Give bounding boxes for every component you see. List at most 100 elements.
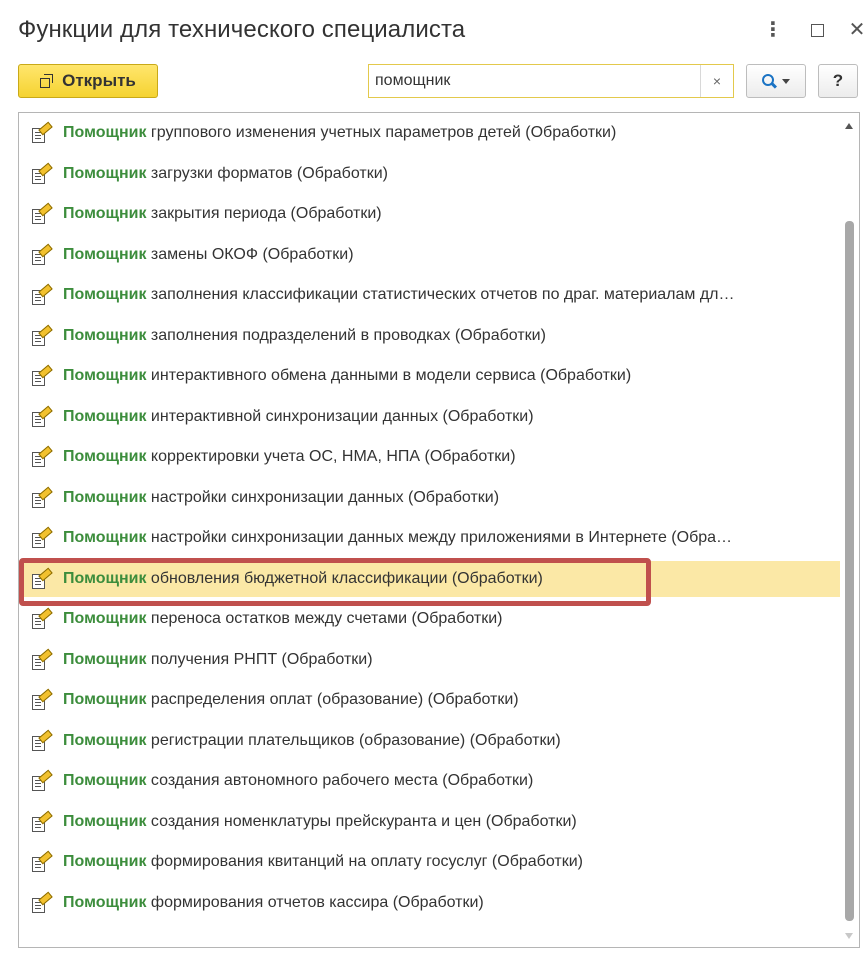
- processing-pencil-icon: [31, 121, 53, 143]
- list-item-label: корректировки учета ОС, НМА, НПА (Обрабо…: [150, 448, 516, 465]
- search-match-highlight: Помощник: [63, 529, 147, 546]
- search-field: ×: [368, 64, 734, 98]
- search-match-highlight: Помощник: [63, 812, 147, 830]
- open-button[interactable]: Открыть: [18, 64, 158, 98]
- results-list-panel: Помощник группового изменения учетных па…: [18, 112, 860, 948]
- list-item[interactable]: Помощник формирования отчетов кассира (О…: [19, 885, 840, 921]
- search-match-highlight: Помощник: [63, 731, 147, 749]
- chevron-down-icon: [782, 78, 790, 84]
- list-item[interactable]: Помощник группового изменения учетных па…: [19, 115, 840, 151]
- list-item[interactable]: Помощник получения РНПТ (Обработки): [19, 642, 840, 678]
- list-item-label: создания автономного рабочего места (Обр…: [150, 772, 534, 789]
- list-item-text: Помощник формирования отчетов кассира (О…: [63, 894, 484, 912]
- list-item[interactable]: Помощник настройки синхронизации данных …: [19, 520, 840, 556]
- list-item[interactable]: Помощник закрытия периода (Обработки): [19, 196, 840, 232]
- vertical-scrollbar[interactable]: [840, 113, 859, 947]
- list-item-label: регистрации плательщиков (образование) (…: [150, 731, 561, 749]
- open-window-icon: [40, 74, 54, 88]
- list-item-label: настройки синхронизации данных между при…: [150, 529, 733, 546]
- search-icon: [762, 74, 776, 88]
- results-list: Помощник группового изменения учетных па…: [19, 113, 840, 947]
- search-match-highlight: Помощник: [63, 569, 147, 587]
- scrollbar-thumb[interactable]: [845, 221, 854, 921]
- list-item[interactable]: Помощник загрузки форматов (Обработки): [19, 156, 840, 192]
- search-match-highlight: Помощник: [63, 164, 147, 182]
- list-item[interactable]: Помощник корректировки учета ОС, НМА, НП…: [19, 439, 840, 475]
- more-menu-icon[interactable]: ⋮: [762, 18, 784, 42]
- list-item-label: получения РНПТ (Обработки): [150, 650, 373, 668]
- close-icon[interactable]: ✕: [846, 18, 864, 42]
- processing-pencil-icon: [31, 283, 53, 305]
- processing-pencil-icon: [31, 445, 53, 467]
- list-item-text: Помощник интерактивной синхронизации дан…: [63, 408, 534, 426]
- processing-pencil-icon: [31, 324, 53, 346]
- list-item-label: формирования отчетов кассира (Обработки): [150, 893, 484, 911]
- search-button[interactable]: [746, 64, 806, 98]
- help-button[interactable]: ?: [818, 64, 858, 98]
- list-item-label: создания номенклатуры прейскуранта и цен…: [150, 812, 577, 830]
- scroll-up-arrow-icon[interactable]: [845, 123, 853, 129]
- processing-pencil-icon: [31, 162, 53, 184]
- list-item[interactable]: Помощник замены ОКОФ (Обработки): [19, 237, 840, 273]
- processing-pencil-icon: [31, 607, 53, 629]
- maximize-icon[interactable]: [806, 18, 828, 42]
- list-item-label: обновления бюджетной классификации (Обра…: [150, 569, 543, 587]
- list-item[interactable]: Помощник регистрации плательщиков (образ…: [19, 723, 840, 759]
- processing-pencil-icon: [31, 364, 53, 386]
- list-item[interactable]: Помощник формирования квитанций на оплат…: [19, 844, 840, 880]
- search-match-highlight: Помощник: [63, 772, 147, 789]
- title-bar: Функции для технического специалиста ⋮ ✕: [0, 0, 864, 58]
- processing-pencil-icon: [31, 243, 53, 265]
- list-item-text: Помощник распределения оплат (образовани…: [63, 691, 519, 709]
- list-item[interactable]: Помощник заполнения классификации статис…: [19, 277, 840, 313]
- list-item[interactable]: Помощник интерактивного обмена данными в…: [19, 358, 840, 394]
- processing-pencil-icon: [31, 688, 53, 710]
- scroll-down-arrow-icon[interactable]: [845, 933, 853, 939]
- list-item-text: Помощник интерактивного обмена данными в…: [63, 367, 631, 385]
- list-item-label: интерактивной синхронизации данных (Обра…: [150, 407, 534, 425]
- open-button-label: Открыть: [62, 71, 136, 90]
- list-item-text: Помощник получения РНПТ (Обработки): [63, 651, 373, 669]
- list-item[interactable]: Помощник интерактивной синхронизации дан…: [19, 399, 840, 435]
- processing-pencil-icon: [31, 850, 53, 872]
- list-item-text: Помощник формирования квитанций на оплат…: [63, 853, 583, 871]
- list-item-text: Помощник создания номенклатуры прейскура…: [63, 813, 577, 831]
- search-match-highlight: Помощник: [63, 488, 147, 506]
- search-match-highlight: Помощник: [63, 205, 147, 222]
- search-match-highlight: Помощник: [63, 448, 147, 465]
- list-item-text: Помощник закрытия периода (Обработки): [63, 205, 382, 223]
- search-match-highlight: Помощник: [63, 286, 147, 303]
- list-item-label: загрузки форматов (Обработки): [150, 164, 388, 182]
- processing-pencil-icon: [31, 891, 53, 913]
- toolbar: Открыть × ?: [0, 58, 864, 108]
- list-item[interactable]: Помощник настройки синхронизации данных …: [19, 480, 840, 516]
- list-item-label: заполнения подразделений в проводках (Об…: [150, 326, 546, 344]
- processing-pencil-icon: [31, 405, 53, 427]
- list-item-text: Помощник обновления бюджетной классифика…: [63, 570, 543, 588]
- list-item-text: Помощник создания автономного рабочего м…: [63, 772, 533, 790]
- list-item[interactable]: Помощник заполнения подразделений в пров…: [19, 318, 840, 354]
- list-item-label: закрытия периода (Обработки): [150, 205, 382, 222]
- search-match-highlight: Помощник: [63, 610, 147, 627]
- search-match-highlight: Помощник: [63, 367, 147, 384]
- list-item[interactable]: Помощник распределения оплат (образовани…: [19, 682, 840, 718]
- list-item[interactable]: Помощник переноса остатков между счетами…: [19, 601, 840, 637]
- processing-pencil-icon: [31, 769, 53, 791]
- search-input[interactable]: [369, 65, 701, 97]
- list-item[interactable]: Помощник обновления бюджетной классифика…: [19, 560, 840, 597]
- processing-pencil-icon: [31, 648, 53, 670]
- processing-pencil-icon: [31, 486, 53, 508]
- list-item[interactable]: Помощник создания номенклатуры прейскура…: [19, 804, 840, 840]
- search-match-highlight: Помощник: [63, 124, 147, 141]
- list-item-text: Помощник регистрации плательщиков (образ…: [63, 732, 561, 750]
- list-item-text: Помощник переноса остатков между счетами…: [63, 610, 503, 628]
- clear-search-icon[interactable]: ×: [700, 65, 733, 97]
- list-item-text: Помощник загрузки форматов (Обработки): [63, 165, 388, 183]
- list-item[interactable]: Помощник создания автономного рабочего м…: [19, 763, 840, 799]
- window-title: Функции для технического специалиста: [18, 16, 466, 43]
- processing-pencil-icon: [31, 810, 53, 832]
- list-item-text: Помощник корректировки учета ОС, НМА, НП…: [63, 448, 516, 466]
- processing-pencil-icon: [31, 526, 53, 548]
- list-item-text: Помощник группового изменения учетных па…: [63, 124, 616, 142]
- search-match-highlight: Помощник: [63, 245, 147, 263]
